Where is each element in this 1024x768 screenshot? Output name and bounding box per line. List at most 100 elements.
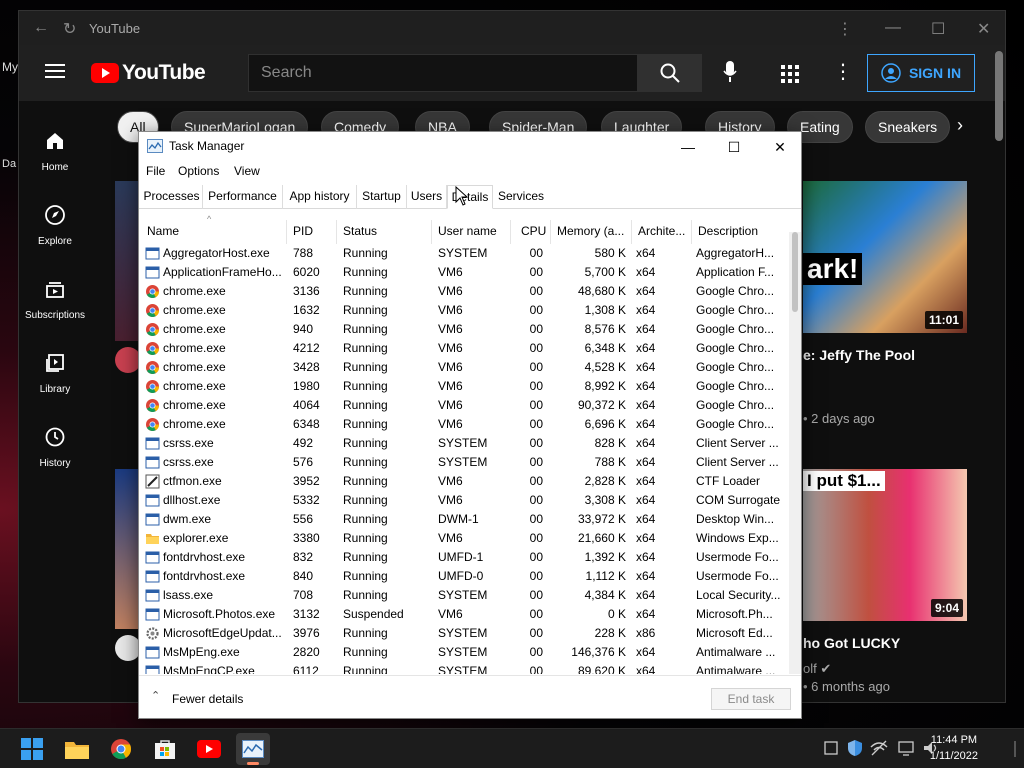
column-header-pid[interactable]: PID bbox=[287, 220, 337, 244]
page-scrollbar[interactable] bbox=[995, 51, 1003, 141]
table-row[interactable]: chrome.exe 1980 Running VM6 00 8,992 K x64 Goog… bbox=[141, 377, 793, 396]
process-desc: Antimalware ... bbox=[696, 645, 776, 659]
video-title[interactable]: e: Jeffy The Pool bbox=[803, 347, 915, 363]
tab-app-history[interactable]: App history bbox=[283, 185, 357, 209]
column-header-user-name[interactable]: User name bbox=[432, 220, 511, 244]
table-row[interactable]: lsass.exe 708 Running SYSTEM 00 4,384 K x64 Loc… bbox=[141, 586, 793, 605]
table-row[interactable]: dwm.exe 556 Running DWM-1 00 33,972 K x64 Deskt… bbox=[141, 510, 793, 529]
sidebar-label: Library bbox=[39, 384, 71, 395]
maximize-button[interactable]: ☐ bbox=[711, 136, 757, 158]
chevron-right-icon[interactable]: › bbox=[957, 115, 963, 136]
table-row[interactable]: fontdrvhost.exe 832 Running UMFD-1 00 1,392 K… bbox=[141, 548, 793, 567]
tab-users[interactable]: Users bbox=[407, 185, 447, 209]
close-icon[interactable]: ✕ bbox=[977, 19, 990, 39]
table-row[interactable]: chrome.exe 6348 Running VM6 00 6,696 K x64 Goog… bbox=[141, 415, 793, 434]
channel-name[interactable]: olf bbox=[803, 661, 817, 676]
search-button[interactable] bbox=[638, 54, 702, 92]
more-vert-icon[interactable]: ⋮ bbox=[837, 19, 853, 39]
column-header-description[interactable]: Description bbox=[692, 220, 792, 244]
column-header-memory[interactable]: Memory (a... bbox=[551, 220, 632, 244]
table-row[interactable]: chrome.exe 4212 Running VM6 00 6,348 K x64 Goog… bbox=[141, 339, 793, 358]
table-row[interactable]: chrome.exe 4064 Running VM6 00 90,372 K x64 Goo… bbox=[141, 396, 793, 415]
apps-grid-icon[interactable] bbox=[781, 65, 799, 83]
minimize-button[interactable]: — bbox=[665, 136, 711, 158]
taskbar-chrome[interactable] bbox=[104, 733, 138, 765]
table-row[interactable]: csrss.exe 492 Running SYSTEM 00 828 K x64 Clien… bbox=[141, 434, 793, 453]
table-row[interactable]: chrome.exe 940 Running VM6 00 8,576 K x64 Googl… bbox=[141, 320, 793, 339]
table-row[interactable]: MicrosoftEdgeUpdat... 3976 Running SYSTEM 00… bbox=[141, 624, 793, 643]
sidebar-item-library[interactable]: Library bbox=[19, 339, 91, 413]
desktop-icon-label[interactable]: Da bbox=[2, 158, 16, 170]
taskbar-file-explorer[interactable] bbox=[60, 733, 94, 765]
column-header-architecture[interactable]: Archite... bbox=[632, 220, 692, 244]
desktop-icon-label[interactable]: My bbox=[2, 60, 18, 74]
scrollbar-thumb[interactable] bbox=[792, 232, 798, 312]
menu-icon[interactable] bbox=[45, 63, 65, 79]
notification-icon[interactable] bbox=[822, 739, 840, 757]
table-row[interactable]: fontdrvhost.exe 840 Running UMFD-0 00 1,112 K… bbox=[141, 567, 793, 586]
sidebar-item-home[interactable]: Home bbox=[19, 117, 91, 191]
show-desktop-button[interactable] bbox=[1014, 741, 1016, 757]
close-button[interactable]: ✕ bbox=[757, 136, 803, 158]
taskbar-store[interactable] bbox=[148, 733, 182, 765]
tab-startup[interactable]: Startup bbox=[357, 185, 407, 209]
system-clock[interactable]: 11:44 PM 1/11/2022 bbox=[930, 732, 978, 764]
table-row[interactable]: MsMpEngCP.exe 6112 Running SYSTEM 00 89,620 K… bbox=[141, 662, 793, 674]
table-row[interactable]: chrome.exe 3136 Running VM6 00 48,680 K x64 Goo… bbox=[141, 282, 793, 301]
table-row[interactable]: ctfmon.exe 3952 Running VM6 00 2,828 K x64 CTF … bbox=[141, 472, 793, 491]
back-arrow-icon[interactable]: ← bbox=[33, 19, 49, 37]
sidebar-item-subscriptions[interactable]: Subscriptions bbox=[19, 265, 91, 339]
fewer-details-link[interactable]: Fewer details bbox=[172, 692, 243, 706]
minimize-icon[interactable]: — bbox=[885, 19, 901, 37]
column-header-name[interactable]: Name bbox=[141, 220, 287, 244]
tab-processes[interactable]: Processes bbox=[141, 185, 203, 209]
search-input[interactable]: Search bbox=[248, 54, 638, 92]
menu-view[interactable]: View bbox=[234, 164, 260, 178]
maximize-icon[interactable]: ☐ bbox=[931, 19, 945, 39]
chrome-icon bbox=[146, 361, 159, 374]
table-row[interactable]: csrss.exe 576 Running SYSTEM 00 788 K x64 Clien… bbox=[141, 453, 793, 472]
taskbar-youtube[interactable] bbox=[192, 733, 226, 765]
thumbnail-text: ark! bbox=[803, 253, 863, 285]
process-cpu: 00 bbox=[529, 569, 543, 583]
display-icon[interactable] bbox=[898, 739, 916, 757]
tab-services[interactable]: Services bbox=[493, 185, 549, 209]
task-manager-titlebar[interactable]: Task Manager — ☐ ✕ bbox=[139, 132, 801, 161]
table-row[interactable]: dllhost.exe 5332 Running VM6 00 3,308 K x64 COM… bbox=[141, 491, 793, 510]
taskbar-task-manager[interactable] bbox=[236, 733, 270, 765]
process-status: Running bbox=[343, 588, 388, 602]
reload-icon[interactable]: ↻ bbox=[63, 19, 76, 39]
security-shield-icon[interactable] bbox=[846, 739, 864, 757]
table-scrollbar[interactable] bbox=[789, 232, 801, 674]
video-thumbnail[interactable]: I put $1... 9:04 bbox=[803, 469, 967, 621]
video-channel[interactable]: olf ✔ bbox=[803, 661, 831, 677]
tab-performance[interactable]: Performance bbox=[203, 185, 283, 209]
microphone-icon[interactable] bbox=[723, 61, 737, 83]
youtube-logo[interactable]: YouTube bbox=[91, 61, 206, 85]
column-header-cpu[interactable]: CPU bbox=[511, 220, 551, 244]
table-row[interactable]: explorer.exe 3380 Running VM6 00 21,660 K x64 W… bbox=[141, 529, 793, 548]
process-memory: 8,992 K bbox=[584, 379, 626, 393]
sign-in-button[interactable]: SIGN IN bbox=[867, 54, 975, 92]
chip-sneakers[interactable]: Sneakers bbox=[865, 111, 951, 143]
tab-details[interactable]: Details bbox=[447, 185, 493, 209]
column-header-status[interactable]: Status bbox=[337, 220, 432, 244]
network-icon[interactable] bbox=[870, 739, 888, 757]
menu-options[interactable]: Options bbox=[178, 164, 219, 178]
menu-file[interactable]: File bbox=[146, 164, 165, 178]
chevron-up-icon[interactable]: ⌃ bbox=[151, 689, 160, 702]
start-button[interactable] bbox=[15, 733, 49, 765]
settings-more-icon[interactable]: ⋮ bbox=[833, 59, 853, 84]
table-row[interactable]: MsMpEng.exe 2820 Running SYSTEM 00 146,376 K x… bbox=[141, 643, 793, 662]
table-row[interactable]: chrome.exe 3428 Running VM6 00 4,528 K x64 Goog… bbox=[141, 358, 793, 377]
sidebar-item-history[interactable]: History bbox=[19, 413, 91, 487]
video-title[interactable]: ho Got LUCKY bbox=[803, 635, 900, 651]
table-row[interactable]: ApplicationFrameHo... 6020 Running VM6 00 5,7… bbox=[141, 263, 793, 282]
sidebar-item-explore[interactable]: Explore bbox=[19, 191, 91, 265]
table-row[interactable]: Microsoft.Photos.exe 3132 Suspended VM6 00 0 … bbox=[141, 605, 793, 624]
table-row[interactable]: chrome.exe 1632 Running VM6 00 1,308 K x64 Goog… bbox=[141, 301, 793, 320]
process-memory: 2,828 K bbox=[584, 474, 626, 488]
end-task-button[interactable]: End task bbox=[711, 688, 791, 710]
video-thumbnail[interactable]: ark! 11:01 bbox=[803, 181, 967, 333]
table-row[interactable]: AggregatorHost.exe 788 Running SYSTEM 00 580 … bbox=[141, 244, 793, 263]
